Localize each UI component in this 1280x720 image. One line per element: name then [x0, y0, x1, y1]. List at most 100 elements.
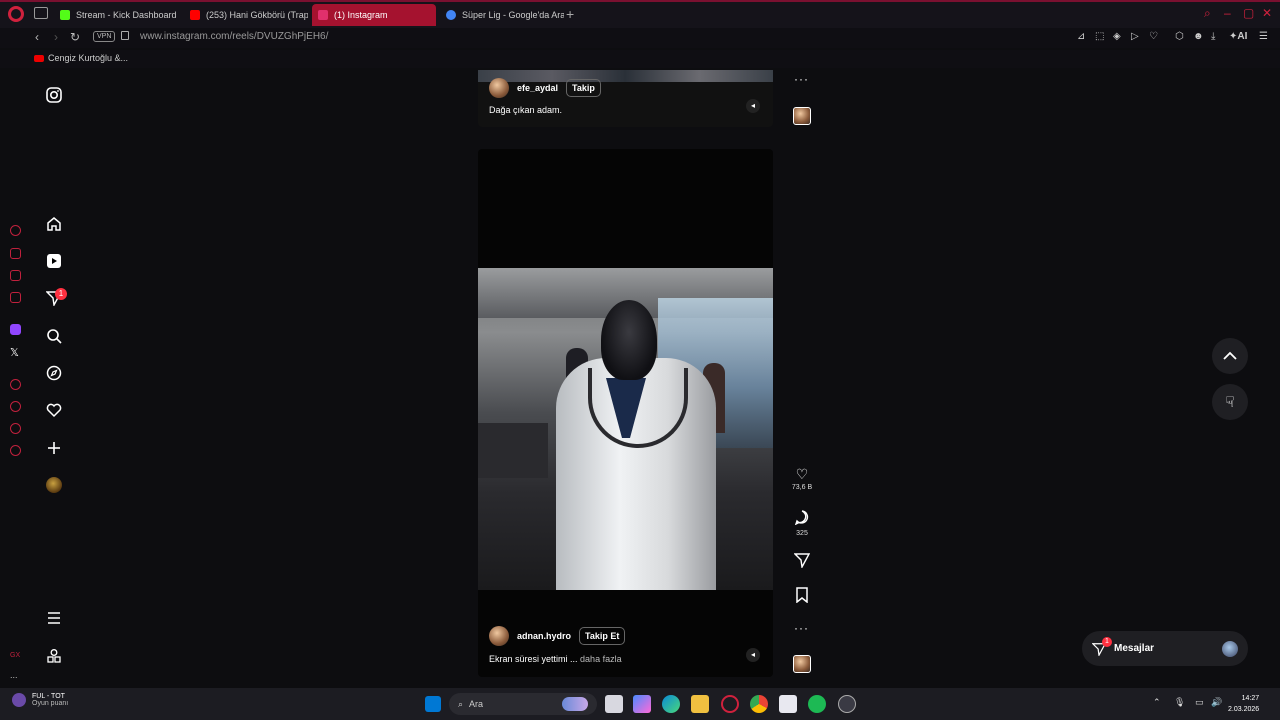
comment-button[interactable]: 325	[790, 509, 814, 537]
app-icon[interactable]	[838, 695, 856, 713]
share-button[interactable]	[790, 552, 814, 571]
reload-button[interactable]: ↻	[70, 30, 80, 44]
author-username[interactable]: adnan.hydro	[517, 631, 571, 641]
menu-icon[interactable]: ☰	[1259, 31, 1268, 42]
options-icon[interactable]: ···	[794, 72, 809, 86]
history-icon[interactable]	[10, 401, 21, 412]
page-scrollbar[interactable]	[1270, 68, 1280, 688]
maximize-button[interactable]: ▢	[1243, 6, 1254, 20]
chat-icon[interactable]	[10, 248, 21, 259]
new-tab-button[interactable]: +	[566, 6, 574, 22]
messages-button[interactable]: 1 Mesajlar	[1082, 631, 1248, 666]
tab-label: Stream - Kick Dashboard	[76, 10, 177, 20]
tab-instagram[interactable]: (1) Instagram	[312, 4, 436, 26]
profile-icon[interactable]: ☻	[1193, 31, 1204, 42]
reels-icon[interactable]	[44, 251, 64, 271]
follow-button[interactable]: Takip Et	[579, 627, 626, 645]
speed-icon[interactable]	[10, 225, 21, 236]
settings-icon[interactable]	[10, 445, 21, 456]
news-icon[interactable]	[10, 292, 21, 303]
clock-date: 2.03.2026	[1228, 706, 1260, 713]
pin-icon[interactable]: ⊿	[1077, 31, 1085, 42]
chrome-icon[interactable]	[750, 695, 768, 713]
heart-icon[interactable]: ♡	[1149, 31, 1158, 42]
workspaces-icon[interactable]	[34, 7, 48, 19]
ai-button[interactable]: ✦AI	[1229, 31, 1247, 42]
close-button[interactable]: ✕	[1262, 6, 1272, 20]
volume-icon[interactable]: 🔊	[1211, 697, 1222, 708]
taskbar-widget[interactable]: FUL - TOT Oyun puanı	[12, 693, 68, 707]
options-icon[interactable]: ···	[794, 621, 809, 635]
lock-icon[interactable]	[121, 31, 129, 40]
reel-video[interactable]	[478, 268, 773, 590]
spotify-icon[interactable]	[808, 695, 826, 713]
video-counter	[478, 423, 548, 478]
notification-badge: 1	[55, 288, 67, 300]
x-icon[interactable]: 𝕏	[10, 346, 19, 359]
previous-reel-button[interactable]	[1212, 338, 1248, 374]
taskbar-clock[interactable]: 14:27 2.03.2026	[1228, 693, 1259, 715]
task-view-icon[interactable]	[605, 695, 623, 713]
tray-chevron-icon[interactable]: ⌃	[1153, 697, 1161, 708]
player-icon[interactable]	[10, 379, 21, 390]
tab-label: Süper Lig - Google'da Ara	[462, 10, 564, 20]
shield-icon[interactable]: ◈	[1113, 31, 1121, 42]
url-field[interactable]: www.instagram.com/reels/DVUZGhPjEH6/	[140, 31, 328, 42]
profile-avatar[interactable]	[44, 475, 64, 495]
create-icon[interactable]	[44, 438, 64, 458]
mute-icon[interactable]: ◂	[746, 99, 760, 113]
mute-icon[interactable]: ◂	[746, 648, 760, 662]
more-icon[interactable]: ...	[10, 670, 18, 680]
clock-time: 14:27	[1241, 695, 1260, 702]
taskbar-search[interactable]: ⌕ Ara	[449, 693, 597, 715]
opera-gx-icon[interactable]	[721, 695, 739, 713]
tab-google[interactable]: Süper Lig - Google'da Ara	[440, 4, 564, 26]
heart-icon[interactable]	[44, 400, 64, 420]
forward-button[interactable]: ›	[54, 30, 58, 44]
audio-thumbnail[interactable]	[793, 107, 811, 125]
heart-icon: ♡	[795, 466, 809, 482]
bookmark-item[interactable]: Cengiz Kurtoğlu &...	[34, 53, 128, 63]
like-button[interactable]: ♡ 73,6 B	[790, 466, 814, 491]
snapshot-icon[interactable]: ⬚	[1095, 31, 1104, 42]
microphone-icon[interactable]: 🎙	[1174, 697, 1185, 708]
play-icon[interactable]: ▷	[1131, 31, 1139, 42]
also-from-meta-icon[interactable]	[44, 646, 64, 666]
store-icon[interactable]	[779, 695, 797, 713]
search-tabs-icon[interactable]: ⌕	[1204, 6, 1211, 21]
download-icon[interactable]: ⤓	[1211, 31, 1215, 42]
back-button[interactable]: ‹	[35, 30, 39, 44]
whatsapp-icon[interactable]	[10, 423, 21, 434]
author-avatar[interactable]	[489, 78, 509, 98]
extensions-icon[interactable]: ⬡	[1175, 31, 1184, 42]
save-button[interactable]	[790, 587, 814, 606]
hand-cursor-icon: ☟	[1225, 394, 1235, 411]
search-icon[interactable]	[44, 326, 64, 346]
youtube-icon	[34, 54, 44, 62]
tab-kick[interactable]: Stream - Kick Dashboard	[54, 4, 182, 26]
more-link[interactable]: daha fazla	[580, 654, 622, 664]
follow-button[interactable]: Takip	[566, 79, 601, 97]
copilot-icon[interactable]	[633, 695, 651, 713]
tab-youtube[interactable]: (253) Hani Gökbörü (Trap	[184, 4, 308, 26]
explore-icon[interactable]	[44, 363, 64, 383]
more-menu-icon[interactable]	[44, 608, 64, 628]
vpn-badge[interactable]: VPN	[93, 31, 116, 42]
comment-icon	[790, 509, 814, 528]
messenger-icon[interactable]	[10, 270, 21, 281]
edge-icon[interactable]	[662, 695, 680, 713]
start-icon[interactable]	[425, 696, 441, 712]
home-icon[interactable]	[44, 214, 64, 234]
gx-label[interactable]: GX	[10, 652, 20, 659]
author-username[interactable]: efe_aydal	[517, 83, 558, 93]
reel-current[interactable]	[478, 149, 773, 677]
network-icon[interactable]: ▭	[1195, 697, 1204, 708]
instagram-logo-icon[interactable]	[44, 85, 64, 105]
next-reel-button[interactable]: ☟	[1212, 384, 1248, 420]
audio-thumbnail[interactable]	[793, 655, 811, 673]
opera-logo-icon[interactable]	[8, 6, 24, 22]
file-explorer-icon[interactable]	[691, 695, 709, 713]
twitch-icon[interactable]	[10, 324, 21, 335]
minimize-button[interactable]: –	[1224, 6, 1231, 20]
author-avatar[interactable]	[489, 626, 509, 646]
